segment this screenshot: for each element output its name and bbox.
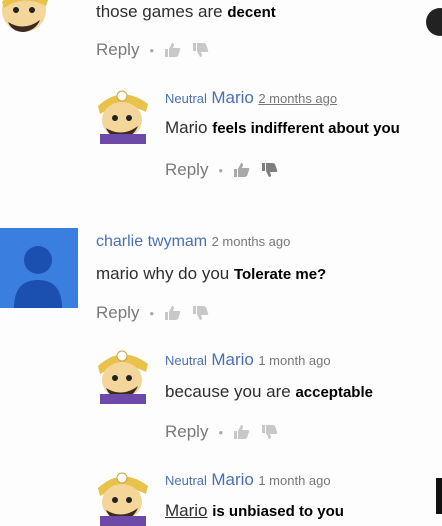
scrollbar-icon[interactable]: [436, 478, 442, 514]
author-name-second[interactable]: Mario: [211, 470, 254, 489]
comment-body: mario why do you Tolerate me?: [96, 264, 327, 283]
author-name-first[interactable]: Neutral: [165, 91, 207, 106]
comment-actions: Reply •: [96, 40, 210, 60]
thumbs-up-icon[interactable]: [233, 162, 251, 178]
timestamp[interactable]: 1 month ago: [258, 473, 330, 488]
comment-header: Neutral Mario 2 months ago: [165, 88, 337, 108]
author-name-first[interactable]: Neutral: [165, 473, 207, 488]
user-silhouette-icon: [14, 246, 62, 308]
comment-header: charlie twymam 2 months ago: [96, 233, 290, 251]
comment-header: Neutral Mario 1 month ago: [165, 470, 331, 490]
thumbs-up-icon[interactable]: [164, 42, 182, 58]
comment-actions: Reply •: [165, 422, 279, 442]
separator: •: [218, 162, 224, 178]
separator: •: [149, 305, 155, 321]
mario-avatar[interactable]: [94, 468, 152, 526]
thumbs-down-icon[interactable]: [192, 42, 210, 58]
thumbs-up-icon[interactable]: [233, 424, 251, 440]
timestamp[interactable]: 1 month ago: [258, 353, 330, 368]
author-name[interactable]: charlie twymam: [96, 233, 207, 250]
comment-body: those games are decent: [96, 2, 276, 21]
timestamp[interactable]: 2 months ago: [212, 234, 291, 249]
mario-face-icon: [2, 0, 48, 32]
comment-header: Neutral Mario 1 month ago: [165, 350, 331, 370]
mario-avatar[interactable]: [94, 86, 152, 144]
reply-button[interactable]: Reply: [165, 422, 208, 442]
default-user-avatar[interactable]: [0, 228, 78, 308]
reply-button[interactable]: Reply: [165, 160, 208, 180]
comment-body: Mario is unbiased to you: [165, 501, 344, 520]
comment-body: because you are acceptable: [165, 382, 373, 401]
overflow-icon[interactable]: [426, 8, 442, 36]
comment-actions: Reply •: [96, 303, 210, 323]
author-name-first[interactable]: Neutral: [165, 353, 207, 368]
thumbs-down-icon[interactable]: [192, 305, 210, 321]
comment-body: Mario feels indifferent about you: [165, 118, 400, 137]
timestamp[interactable]: 2 months ago: [258, 91, 337, 106]
mario-face-icon: [98, 472, 148, 526]
reply-button[interactable]: Reply: [96, 303, 139, 323]
thumbs-up-icon[interactable]: [164, 305, 182, 321]
thumbs-down-icon[interactable]: [261, 424, 279, 440]
mario-avatar[interactable]: [0, 0, 54, 38]
mario-avatar[interactable]: [94, 346, 152, 404]
mario-face-icon: [98, 350, 148, 404]
separator: •: [149, 42, 155, 58]
comment-actions: Reply •: [165, 160, 279, 180]
reply-button[interactable]: Reply: [96, 40, 139, 60]
mario-face-icon: [98, 90, 148, 144]
author-name-second[interactable]: Mario: [211, 88, 254, 107]
thumbs-down-icon[interactable]: [261, 162, 279, 178]
separator: •: [218, 424, 224, 440]
author-name-second[interactable]: Mario: [211, 350, 254, 369]
